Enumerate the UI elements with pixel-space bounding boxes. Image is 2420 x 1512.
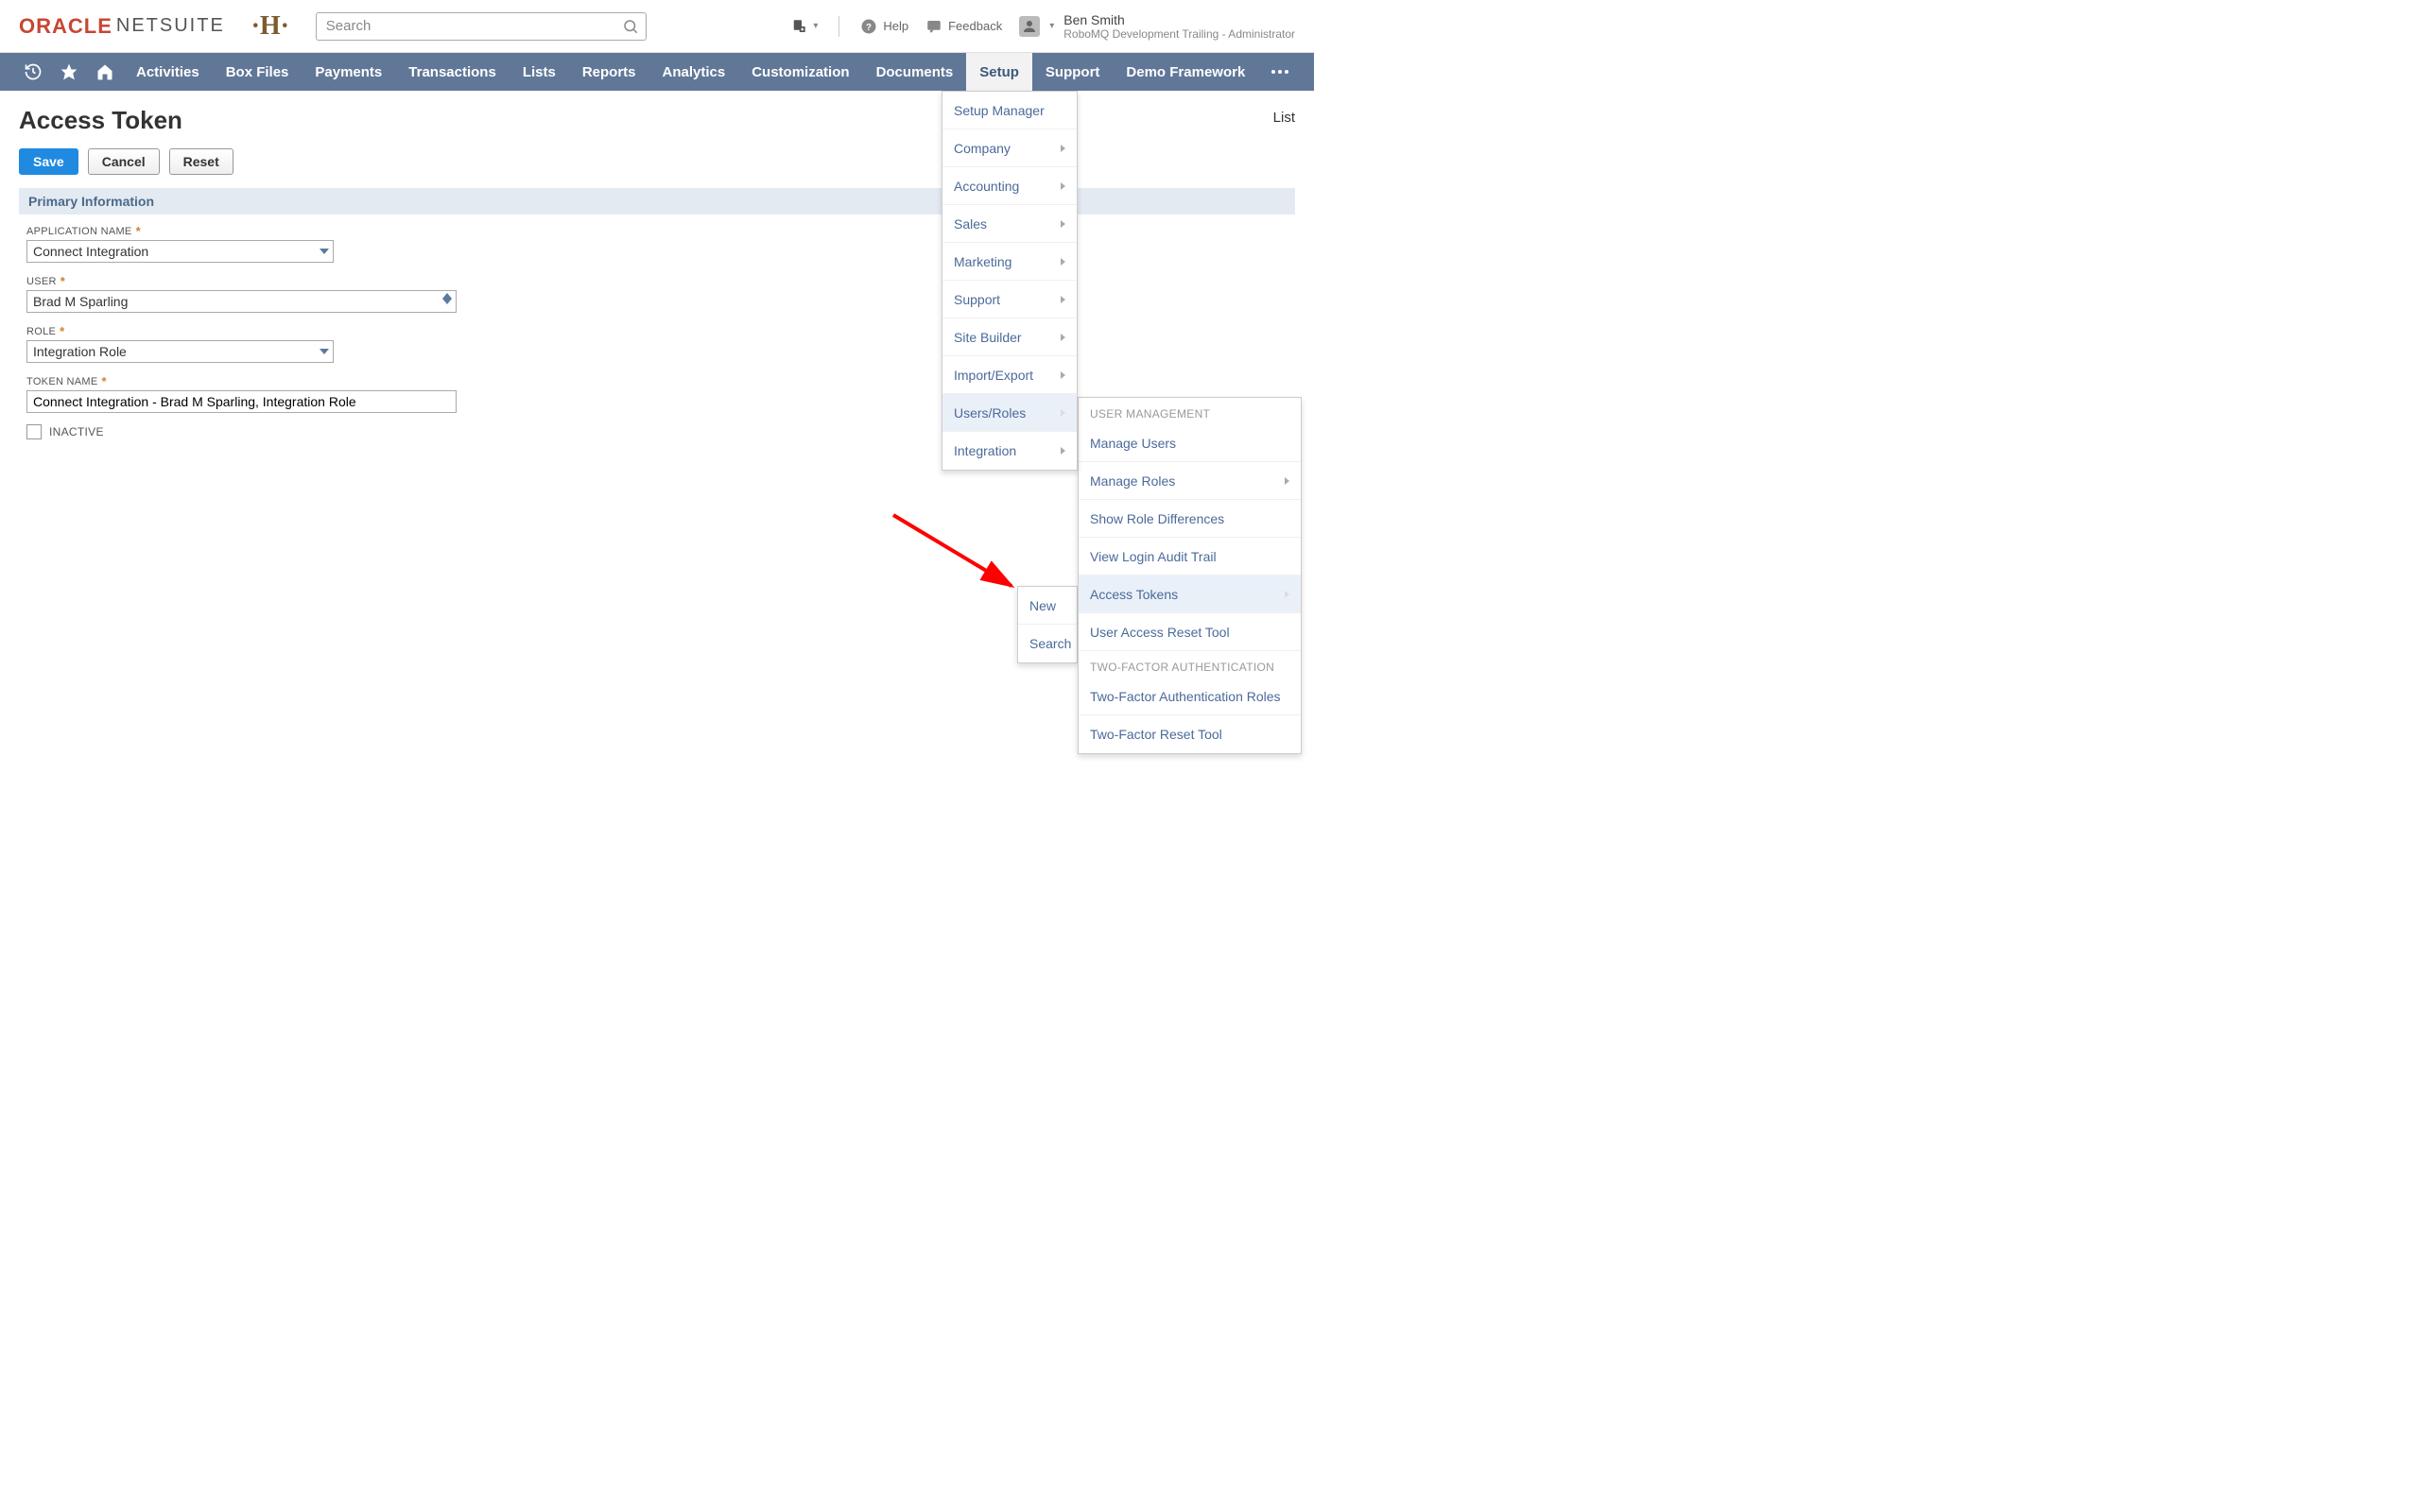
menu-item-accounting[interactable]: Accounting <box>942 167 1077 205</box>
submenu-item-two-factor-reset-tool[interactable]: Two-Factor Reset Tool <box>1079 715 1301 753</box>
user-role-label: RoboMQ Development Trailing - Administra… <box>1063 27 1295 41</box>
app-name-select[interactable]: Connect Integration <box>26 240 334 263</box>
page-title: Access Token <box>19 106 182 135</box>
menu-item-setup-manager[interactable]: Setup Manager <box>942 92 1077 129</box>
menu-item-support[interactable]: Support <box>942 281 1077 318</box>
svg-text:?: ? <box>866 22 872 32</box>
submenu-item-user-access-reset-tool[interactable]: User Access Reset Tool <box>1079 613 1301 651</box>
feedback-link[interactable]: Feedback <box>925 18 1002 35</box>
reset-button[interactable]: Reset <box>169 148 233 175</box>
save-button[interactable]: Save <box>19 148 78 175</box>
access-tokens-submenu: NewSearch <box>1017 586 1078 663</box>
inactive-label: INACTIVE <box>49 425 104 438</box>
user-select[interactable]: Brad M Sparling <box>26 290 457 313</box>
top-header: ORACLE NETSUITE ·H· ▾ ? Help Feedback ▾ … <box>0 0 1314 53</box>
setup-dropdown: Setup ManagerCompanyAccountingSalesMarke… <box>942 91 1078 471</box>
home-icon <box>95 62 114 81</box>
nav-item-reports[interactable]: Reports <box>569 53 649 91</box>
submenu-item-two-factor-authentication-roles[interactable]: Two-Factor Authentication Roles <box>1079 678 1301 715</box>
user-menu[interactable]: ▾ Ben Smith RoboMQ Development Trailing … <box>1019 12 1295 41</box>
help-link[interactable]: ? Help <box>860 18 908 35</box>
menu-item-integration[interactable]: Integration <box>942 432 1077 470</box>
nav-item-customization[interactable]: Customization <box>738 53 862 91</box>
nav-item-analytics[interactable]: Analytics <box>649 53 739 91</box>
submenu-item-show-role-differences[interactable]: Show Role Differences <box>1079 500 1301 538</box>
menu-item-marketing[interactable]: Marketing <box>942 243 1077 281</box>
token-name-label: TOKEN NAME* <box>26 374 1288 388</box>
shortcuts-button[interactable] <box>51 53 87 91</box>
nav-item-documents[interactable]: Documents <box>863 53 967 91</box>
action-buttons: Save Cancel Reset <box>19 148 1295 175</box>
nav-item-support[interactable]: Support <box>1032 53 1114 91</box>
submenu-section-two-factor: TWO-FACTOR AUTHENTICATION <box>1079 651 1301 678</box>
nav-item-demo-framework[interactable]: Demo Framework <box>1113 53 1258 91</box>
submenu-item-access-tokens[interactable]: Access Tokens <box>1079 576 1301 613</box>
history-icon <box>24 62 43 81</box>
plus-doc-icon <box>790 18 807 35</box>
header-actions: ▾ ? Help Feedback ▾ Ben Smith RoboMQ Dev… <box>790 12 1295 41</box>
search-container <box>316 12 647 41</box>
main-nav: ActivitiesBox FilesPaymentsTransactionsL… <box>0 53 1314 91</box>
inactive-checkbox[interactable] <box>26 424 42 439</box>
nav-item-transactions[interactable]: Transactions <box>395 53 510 91</box>
submenu-section-user-management: USER MANAGEMENT <box>1079 398 1301 424</box>
token-name-input-wrap <box>26 390 457 413</box>
menu-item-site-builder[interactable]: Site Builder <box>942 318 1077 356</box>
menu-item-sales[interactable]: Sales <box>942 205 1077 243</box>
quick-add-button[interactable]: ▾ <box>790 18 818 35</box>
cancel-button[interactable]: Cancel <box>88 148 160 175</box>
subsubmenu-item-search[interactable]: Search <box>1018 625 1077 662</box>
divider <box>838 16 839 37</box>
star-icon <box>60 62 78 81</box>
oracle-logo: ORACLE <box>19 14 112 39</box>
user-name-label: Ben Smith <box>1063 12 1295 27</box>
nav-overflow-button[interactable] <box>1261 70 1299 74</box>
nav-item-setup[interactable]: Setup <box>966 53 1032 91</box>
role-select[interactable]: Integration Role <box>26 340 334 363</box>
section-header: Primary Information <box>19 188 1295 215</box>
submenu-item-manage-users[interactable]: Manage Users <box>1079 424 1301 462</box>
submenu-item-manage-roles[interactable]: Manage Roles <box>1079 462 1301 500</box>
recent-records-button[interactable] <box>15 53 51 91</box>
home-button[interactable] <box>87 53 123 91</box>
avatar-icon <box>1019 16 1040 37</box>
search-input[interactable] <box>316 12 647 41</box>
app-name-label: APPLICATION NAME* <box>26 224 1288 238</box>
nav-item-lists[interactable]: Lists <box>510 53 569 91</box>
users-roles-submenu: USER MANAGEMENTManage UsersManage RolesS… <box>1078 397 1302 754</box>
nav-item-activities[interactable]: Activities <box>123 53 213 91</box>
user-label: USER* <box>26 274 1288 288</box>
help-icon: ? <box>860 18 877 35</box>
subsubmenu-item-new[interactable]: New <box>1018 587 1077 625</box>
submenu-item-view-login-audit-trail[interactable]: View Login Audit Trail <box>1079 538 1301 576</box>
company-logo: ·H· <box>248 12 293 41</box>
feedback-icon <box>925 18 942 35</box>
nav-item-payments[interactable]: Payments <box>302 53 395 91</box>
list-view-link[interactable]: List <box>1273 106 1295 126</box>
token-name-input[interactable] <box>33 394 450 409</box>
menu-item-users-roles[interactable]: Users/Roles <box>942 394 1077 432</box>
nav-item-box-files[interactable]: Box Files <box>213 53 302 91</box>
menu-item-import-export[interactable]: Import/Export <box>942 356 1077 394</box>
netsuite-logo: NETSUITE <box>116 15 225 37</box>
role-label: ROLE* <box>26 324 1288 338</box>
menu-item-company[interactable]: Company <box>942 129 1077 167</box>
search-icon <box>622 18 639 35</box>
